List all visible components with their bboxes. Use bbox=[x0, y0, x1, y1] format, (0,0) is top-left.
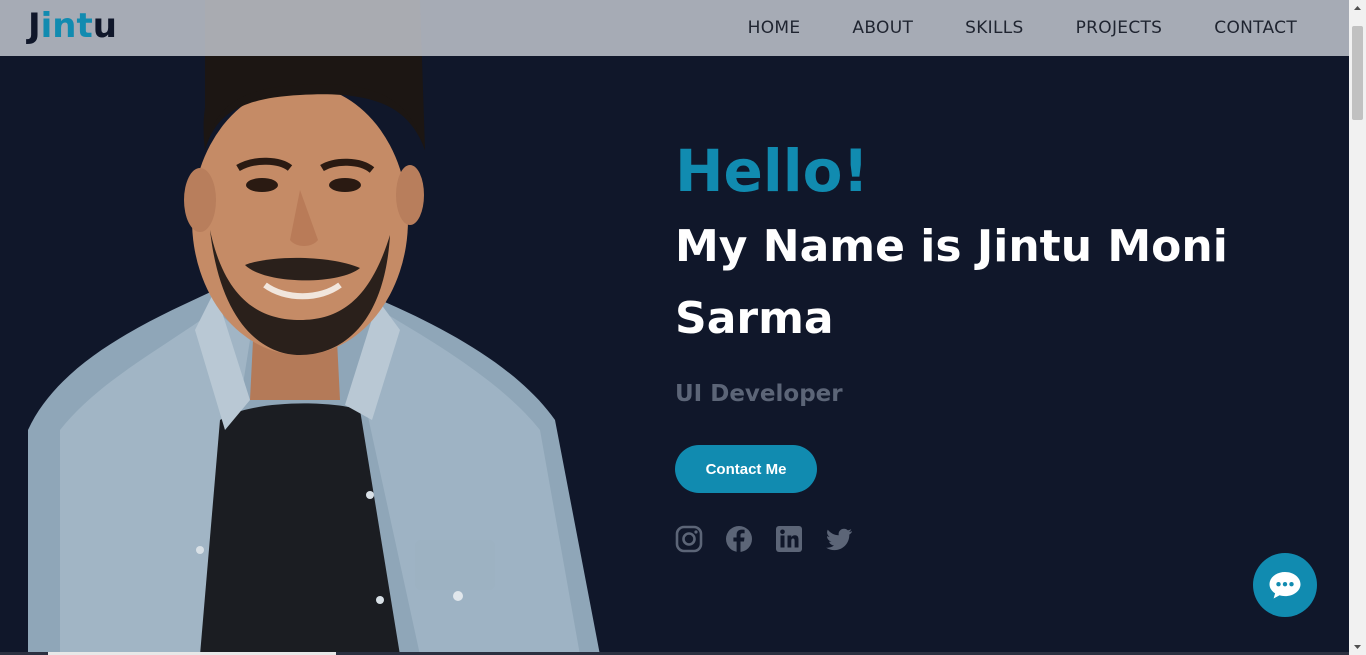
logo-prefix: J bbox=[28, 6, 41, 46]
hero-greeting: Hello! bbox=[675, 137, 869, 205]
nav-home[interactable]: HOME bbox=[748, 0, 801, 56]
profile-photo bbox=[28, 0, 600, 655]
hero-name: My Name is Jintu Moni Sarma bbox=[675, 211, 1295, 355]
vertical-scrollbar[interactable] bbox=[1349, 0, 1366, 655]
scroll-down-arrow-icon[interactable] bbox=[1349, 638, 1366, 655]
facebook-icon[interactable] bbox=[725, 525, 753, 553]
hero-role: UI Developer bbox=[675, 381, 843, 407]
scrollbar-thumb[interactable] bbox=[1352, 26, 1363, 120]
linkedin-icon[interactable] bbox=[775, 525, 803, 553]
chat-bubble-icon bbox=[1269, 572, 1301, 599]
page: Jintu HOME ABOUT SKILLS PROJECTS CONTACT… bbox=[0, 0, 1349, 655]
hero-section: Hello! My Name is Jintu Moni Sarma UI Dev… bbox=[675, 135, 1295, 553]
site-header: Jintu HOME ABOUT SKILLS PROJECTS CONTACT bbox=[0, 0, 1349, 56]
logo-suffix: u bbox=[92, 6, 117, 46]
main-nav: HOME ABOUT SKILLS PROJECTS CONTACT bbox=[696, 0, 1297, 56]
hero-name-line1: My Name is Jintu Moni bbox=[675, 221, 1228, 272]
logo-accent: int bbox=[40, 6, 93, 46]
hero-name-line2: Sarma bbox=[675, 293, 834, 344]
twitter-icon[interactable] bbox=[825, 525, 853, 553]
nav-projects[interactable]: PROJECTS bbox=[1076, 0, 1163, 56]
chat-button[interactable] bbox=[1253, 553, 1317, 617]
scroll-up-arrow-icon[interactable] bbox=[1349, 0, 1366, 17]
nav-skills[interactable]: SKILLS bbox=[965, 0, 1024, 56]
instagram-icon[interactable] bbox=[675, 525, 703, 553]
social-links bbox=[675, 525, 1295, 553]
contact-me-button[interactable]: Contact Me bbox=[675, 445, 817, 493]
nav-contact[interactable]: CONTACT bbox=[1214, 0, 1297, 56]
nav-about[interactable]: ABOUT bbox=[852, 0, 913, 56]
site-logo[interactable]: Jintu bbox=[28, 6, 117, 46]
